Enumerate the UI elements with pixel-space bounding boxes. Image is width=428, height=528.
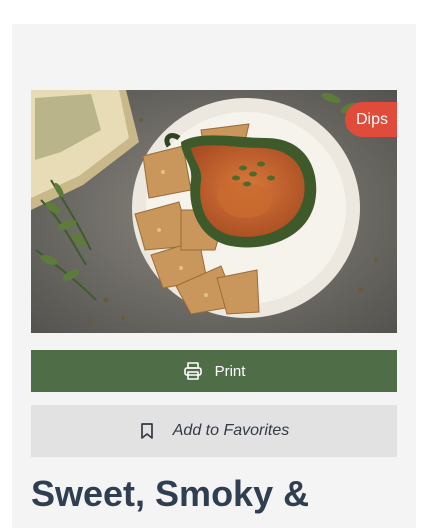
recipe-title: Sweet, Smoky &: [31, 473, 310, 514]
category-badge[interactable]: Dips: [345, 102, 397, 137]
bookmark-icon: [139, 422, 155, 440]
favorite-label: Add to Favorites: [172, 422, 290, 439]
printer-icon: [183, 361, 203, 381]
print-button[interactable]: Print: [31, 350, 397, 392]
add-to-favorites-button[interactable]: Add to Favorites: [31, 405, 397, 457]
print-label: Print: [214, 362, 246, 380]
recipe-photo: [31, 90, 397, 333]
